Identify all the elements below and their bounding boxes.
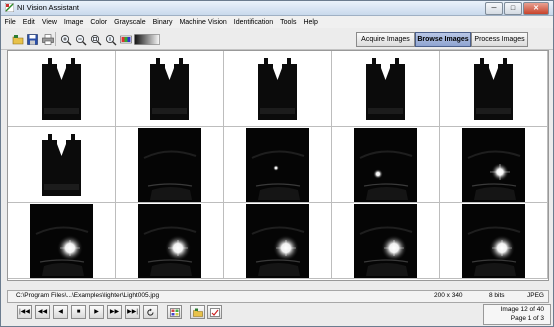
loop-icon bbox=[147, 308, 154, 316]
menu-file[interactable]: File bbox=[1, 19, 19, 26]
thumbnail-image bbox=[246, 128, 309, 202]
save-image-button[interactable] bbox=[25, 32, 40, 47]
thumbnail-cell[interactable] bbox=[224, 51, 332, 127]
zoom-in-button[interactable] bbox=[58, 32, 73, 47]
thumbnail-cell[interactable] bbox=[440, 51, 548, 127]
next-image-button[interactable]: ▶ bbox=[89, 305, 104, 319]
fast-forward-button[interactable]: ▶▶ bbox=[107, 305, 122, 319]
color-palette-icon bbox=[119, 35, 132, 44]
menu-color[interactable]: Color bbox=[87, 19, 111, 26]
thumbnail-cell[interactable] bbox=[8, 127, 116, 203]
first-image-button[interactable]: |◀◀ bbox=[17, 305, 32, 319]
menu-help[interactable]: Help bbox=[300, 19, 321, 26]
grid-view-icon bbox=[169, 307, 180, 317]
acquire-images-button[interactable]: Acquire Images bbox=[356, 32, 415, 47]
image-counter: Image 12 of 40 Page 1 of 3 bbox=[483, 304, 551, 325]
maximize-button[interactable]: □ bbox=[504, 2, 522, 15]
menu-view[interactable]: View bbox=[38, 19, 60, 26]
thumbnail-cell[interactable] bbox=[116, 203, 224, 279]
menu-bar: File Edit View Image Color Grayscale Bin… bbox=[1, 16, 553, 28]
printer-icon bbox=[41, 34, 54, 45]
page-index: Page 1 of 3 bbox=[510, 315, 544, 322]
thumbnail-cell[interactable] bbox=[440, 203, 548, 279]
menu-grayscale[interactable]: Grayscale bbox=[111, 19, 150, 26]
thumbnail-cell[interactable] bbox=[224, 203, 332, 279]
toolbar: Acquire Images Browse Images Process Ima… bbox=[1, 29, 553, 50]
thumbnail-cell[interactable] bbox=[440, 127, 548, 203]
title-bar: NI Vision Assistant ─ □ ✕ bbox=[1, 1, 553, 16]
app-window: NI Vision Assistant ─ □ ✕ File Edit View… bbox=[0, 0, 554, 327]
image-format: JPEG bbox=[527, 292, 544, 299]
thumbnail-cell[interactable] bbox=[8, 51, 116, 127]
thumbnail-grid bbox=[7, 50, 549, 281]
thumbnail-image bbox=[462, 128, 525, 202]
gradient-icon bbox=[134, 34, 160, 45]
browse-images-button[interactable]: Browse Images bbox=[415, 32, 471, 47]
open-selected-button[interactable] bbox=[190, 305, 205, 319]
thumbnail-image bbox=[354, 128, 417, 202]
zoom-out-icon bbox=[75, 34, 86, 45]
thumbnail-image bbox=[354, 204, 417, 278]
close-button[interactable]: ✕ bbox=[523, 2, 549, 15]
thumbnail-cell[interactable] bbox=[116, 51, 224, 127]
navigation-bar: |◀◀ ◀◀ ◀ ■ ▶ ▶▶ ▶▶| Image 12 of 40 Page … bbox=[1, 302, 553, 326]
thumbnail-image bbox=[30, 52, 93, 126]
process-images-button[interactable]: Process Images bbox=[471, 32, 528, 47]
open-folder-icon bbox=[12, 35, 23, 45]
stop-button[interactable]: ■ bbox=[71, 305, 86, 319]
image-depth: 8 bits bbox=[489, 292, 505, 299]
open-image-button[interactable] bbox=[10, 32, 25, 47]
thumbnail-cell[interactable] bbox=[332, 203, 440, 279]
zoom-fit-icon bbox=[90, 34, 101, 45]
rewind-button[interactable]: ◀◀ bbox=[35, 305, 50, 319]
thumbnail-cell[interactable] bbox=[332, 51, 440, 127]
image-check-icon bbox=[209, 307, 220, 317]
previous-image-button[interactable]: ◀ bbox=[53, 305, 68, 319]
browse-grid-button[interactable] bbox=[167, 305, 182, 319]
zoom-in-icon bbox=[60, 34, 71, 45]
menu-image[interactable]: Image bbox=[60, 19, 86, 26]
thumbnail-cell[interactable] bbox=[8, 203, 116, 279]
last-image-button[interactable]: ▶▶| bbox=[125, 305, 140, 319]
image-dimensions: 200 x 340 bbox=[434, 292, 463, 299]
window-title: NI Vision Assistant bbox=[17, 3, 79, 12]
menu-identification[interactable]: Identification bbox=[230, 19, 276, 26]
image-path: C:\Program Files\...\Examples\lighter\Li… bbox=[16, 292, 160, 299]
thumbnail-image bbox=[30, 128, 93, 202]
lut-button[interactable] bbox=[118, 32, 133, 47]
app-icon bbox=[5, 3, 14, 12]
zoom-out-button[interactable] bbox=[73, 32, 88, 47]
grayscale-palette-button[interactable] bbox=[133, 32, 161, 47]
thumbnail-cell[interactable] bbox=[224, 127, 332, 203]
menu-binary[interactable]: Binary bbox=[149, 19, 176, 26]
thumbnail-image bbox=[354, 52, 417, 126]
menu-edit[interactable]: Edit bbox=[19, 19, 38, 26]
menu-machine-vision[interactable]: Machine Vision bbox=[176, 19, 230, 26]
minimize-button[interactable]: ─ bbox=[485, 2, 503, 15]
thumbnail-image bbox=[462, 204, 525, 278]
zoom-actual-icon bbox=[105, 34, 116, 45]
thumbnail-image bbox=[246, 204, 309, 278]
folder-image-icon bbox=[192, 308, 203, 317]
thumbnail-image bbox=[462, 52, 525, 126]
thumbnail-image bbox=[138, 204, 201, 278]
zoom-fit-button[interactable] bbox=[88, 32, 103, 47]
thumbnail-cell[interactable] bbox=[332, 127, 440, 203]
save-icon bbox=[27, 34, 38, 45]
thumbnail-image bbox=[138, 128, 201, 202]
loop-button[interactable] bbox=[143, 305, 158, 319]
close-selected-button[interactable] bbox=[207, 305, 222, 319]
menu-tools[interactable]: Tools bbox=[277, 19, 300, 26]
thumbnail-cell[interactable] bbox=[116, 127, 224, 203]
image-index: Image 12 of 40 bbox=[500, 306, 544, 313]
thumbnail-image bbox=[138, 52, 201, 126]
print-button[interactable] bbox=[40, 32, 55, 47]
thumbnail-image bbox=[30, 204, 93, 278]
thumbnail-image bbox=[246, 52, 309, 126]
zoom-actual-button[interactable] bbox=[103, 32, 118, 47]
